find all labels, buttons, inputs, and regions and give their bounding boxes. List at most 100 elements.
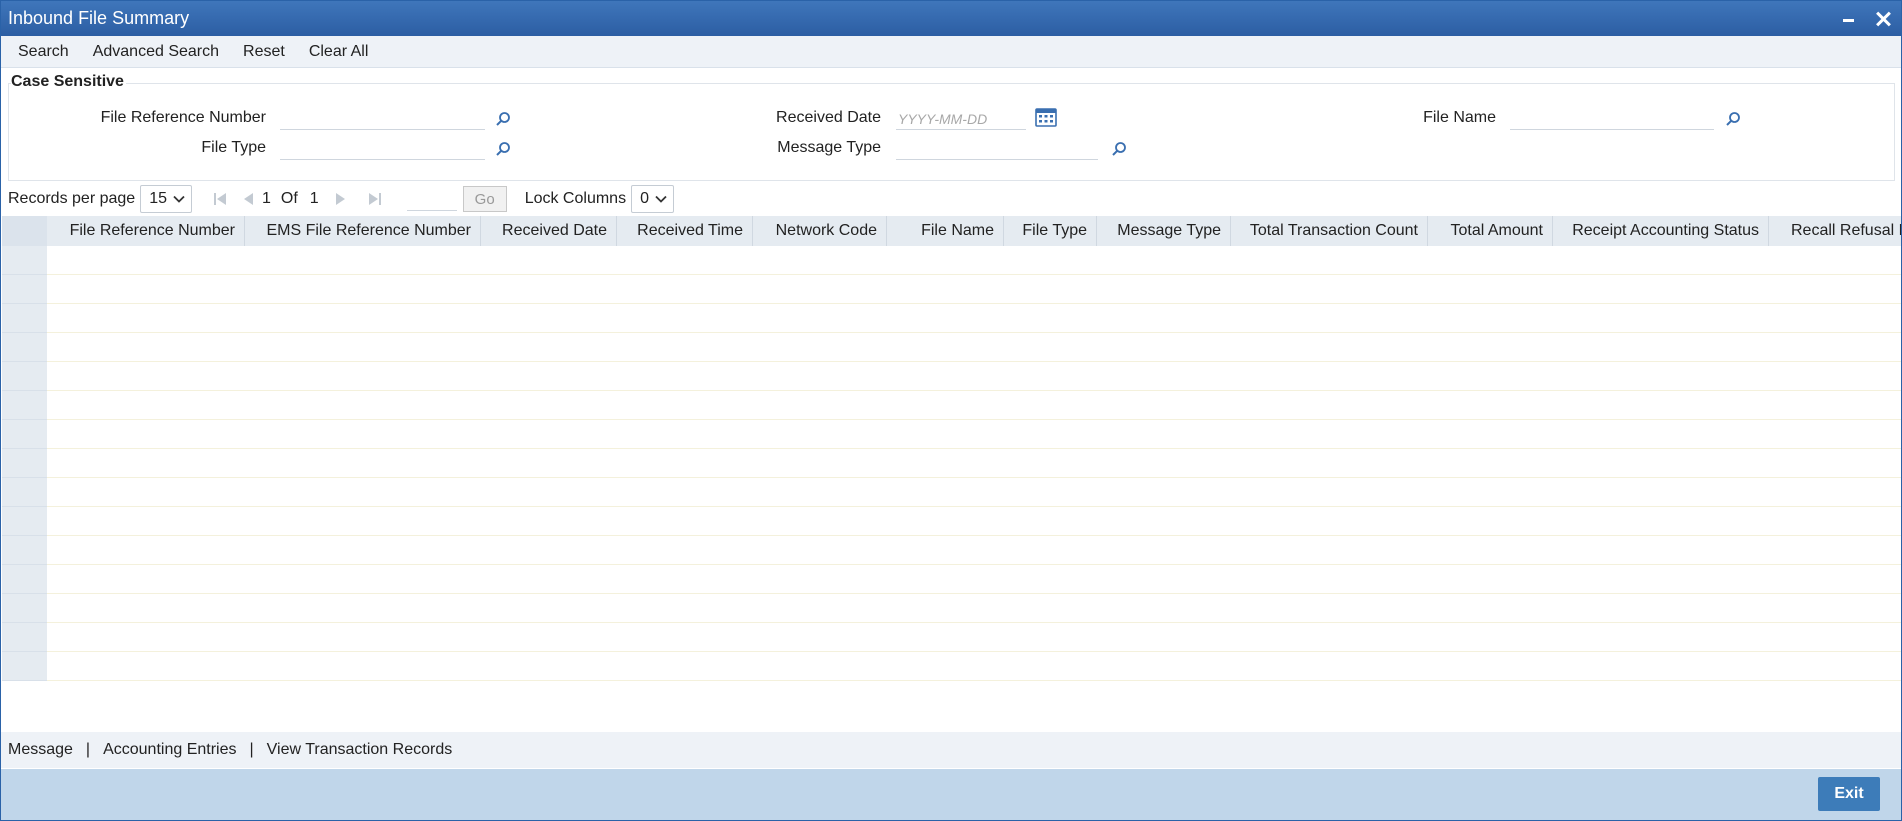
file-reference-number-label: File Reference Number [100,109,266,126]
file-reference-number-input[interactable] [280,108,485,130]
table-row[interactable] [2,594,1901,623]
minimize-icon[interactable] [1841,11,1857,27]
table-row[interactable] [2,420,1901,449]
column-receipt-accounting-status[interactable]: Receipt Accounting Status [1553,216,1769,246]
table-row[interactable] [2,333,1901,362]
go-button[interactable]: Go [462,186,507,212]
message-type-input[interactable] [896,138,1098,160]
file-reference-number-search-icon[interactable] [495,111,511,127]
row-selector[interactable] [2,565,47,594]
table-row[interactable] [2,275,1901,304]
window-title: Inbound File Summary [8,8,190,28]
row-selector[interactable] [2,652,47,681]
view-transaction-records-link[interactable]: View Transaction Records [267,741,453,759]
footer-bar: Exit [1,769,1901,820]
row-selector[interactable] [2,304,47,333]
title-bar: Inbound File Summary [1,1,1901,36]
last-page-icon[interactable] [367,191,383,207]
file-name-label: File Name [1423,109,1496,126]
row-selector[interactable] [2,362,47,391]
records-per-page-label: Records per page [8,190,136,207]
link-separator: | [249,741,254,758]
table-row[interactable] [2,652,1901,681]
link-separator: | [85,741,91,758]
table-row[interactable] [2,391,1901,420]
next-page-icon[interactable] [333,191,349,207]
row-selector[interactable] [2,623,47,652]
column-file-type[interactable]: File Type [1004,216,1097,246]
records-per-page-value: 15 [149,190,167,207]
row-selector[interactable] [2,275,47,304]
close-icon[interactable] [1875,11,1891,27]
received-date-input[interactable] [896,108,1026,130]
grid-header: File Reference Number EMS File Reference… [2,216,1901,246]
column-file-reference-number[interactable]: File Reference Number [47,216,245,246]
current-page-number: 1 [261,190,271,207]
grid-select-all-cell[interactable] [2,216,47,246]
page-number-input[interactable] [406,187,457,211]
total-pages-number: 1 [309,190,319,207]
search-criteria-panel [8,83,1895,181]
table-row[interactable] [2,478,1901,507]
lock-columns-label: Lock Columns [524,190,627,207]
column-ems-file-reference-number[interactable]: EMS File Reference Number [245,216,481,246]
previous-page-icon[interactable] [240,191,256,207]
first-page-icon[interactable] [212,191,228,207]
table-row[interactable] [2,536,1901,565]
received-date-label: Received Date [776,109,881,126]
row-selector[interactable] [2,333,47,362]
row-selector[interactable] [2,507,47,536]
column-message-type[interactable]: Message Type [1097,216,1231,246]
records-per-page-select[interactable]: 15 [140,185,192,213]
row-selector[interactable] [2,246,47,275]
table-row[interactable] [2,304,1901,333]
row-selector[interactable] [2,449,47,478]
row-selector[interactable] [2,391,47,420]
page-of-label: Of [280,190,298,207]
results-grid: File Reference Number EMS File Reference… [2,216,1901,681]
clear-all-button[interactable]: Clear All [297,43,381,61]
file-type-search-icon[interactable] [495,141,511,157]
row-selector[interactable] [2,420,47,449]
table-row[interactable] [2,507,1901,536]
window-controls [1841,11,1901,27]
chevron-down-icon [655,195,667,203]
accounting-entries-link[interactable]: Accounting Entries [103,741,236,759]
row-selector[interactable] [2,478,47,507]
grid-body [2,246,1901,681]
chevron-down-icon [173,195,185,203]
message-link[interactable]: Message [8,741,73,759]
table-row[interactable] [2,623,1901,652]
message-type-search-icon[interactable] [1111,141,1127,157]
column-file-name[interactable]: File Name [887,216,1004,246]
reset-button[interactable]: Reset [231,43,297,61]
file-type-label: File Type [201,139,266,156]
exit-button[interactable]: Exit [1818,777,1880,811]
column-received-date[interactable]: Received Date [481,216,617,246]
bottom-links-bar: Message | Accounting Entries | View Tran… [1,732,1901,768]
file-type-input[interactable] [280,138,485,160]
advanced-search-button[interactable]: Advanced Search [81,43,231,61]
column-total-amount[interactable]: Total Amount [1428,216,1553,246]
lock-columns-value: 0 [640,190,649,207]
row-selector[interactable] [2,536,47,565]
column-recall-refusal[interactable]: Recall Refusal B [1769,216,1901,246]
table-row[interactable] [2,565,1901,594]
message-type-label: Message Type [777,139,881,156]
inbound-file-summary-window: Inbound File Summary Search Advanced Sea… [0,0,1902,821]
column-network-code[interactable]: Network Code [753,216,887,246]
calendar-icon[interactable] [1035,107,1057,127]
column-total-transaction-count[interactable]: Total Transaction Count [1231,216,1428,246]
column-received-time[interactable]: Received Time [617,216,753,246]
lock-columns-select[interactable]: 0 [631,185,674,213]
row-selector[interactable] [2,594,47,623]
table-row[interactable] [2,449,1901,478]
file-name-input[interactable] [1510,108,1714,130]
case-sensitive-label: Case Sensitive [11,73,126,91]
file-name-search-icon[interactable] [1725,111,1741,127]
search-button[interactable]: Search [6,43,81,61]
table-row[interactable] [2,362,1901,391]
table-row[interactable] [2,246,1901,275]
pagination-bar: Records per page 15 1 Of 1 Go Lock Colum… [1,183,1901,215]
toolbar: Search Advanced Search Reset Clear All [1,36,1901,68]
